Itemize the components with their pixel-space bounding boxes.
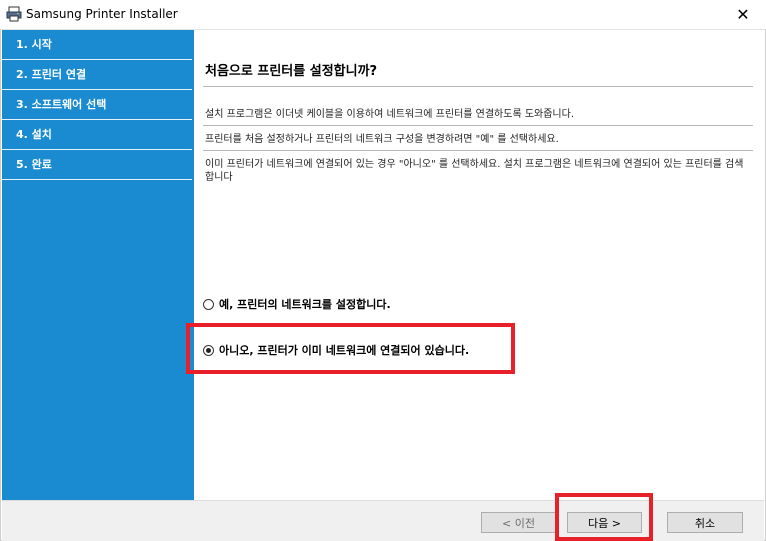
heading-divider bbox=[203, 86, 753, 87]
sidebar-step-label: 1. 시작 bbox=[16, 38, 52, 51]
close-icon[interactable]: ✕ bbox=[720, 0, 766, 29]
page-heading: 처음으로 프린터를 설정합니까? bbox=[205, 64, 378, 79]
sidebar-step-connect-printer: 2. 프린터 연결 bbox=[2, 60, 192, 90]
main-content: 처음으로 프린터를 설정합니까? 설치 프로그램은 이더넷 케이블을 이용하여 … bbox=[195, 30, 764, 500]
intro-paragraph: 설치 프로그램은 이더넷 케이블을 이용하여 네트워크에 프린터를 연결하도록 … bbox=[205, 109, 575, 120]
sidebar-step-label: 2. 프린터 연결 bbox=[16, 68, 87, 81]
sidebar-step-finish: 5. 완료 bbox=[2, 150, 192, 180]
back-button[interactable]: < 이전 bbox=[481, 512, 556, 533]
paragraph-divider bbox=[203, 150, 753, 151]
no-instruction-paragraph: 이미 프린터가 네트워크에 연결되어 있는 경우 "아니오" 를 선택하세요. … bbox=[205, 159, 744, 183]
radio-button-unchecked[interactable] bbox=[203, 298, 214, 310]
sidebar-step-label: 5. 완료 bbox=[16, 158, 52, 171]
highlight-box-next-button bbox=[555, 493, 653, 541]
sidebar-step-start: 1. 시작 bbox=[2, 30, 192, 60]
option-yes-configure-network[interactable]: 예, 프린터의 네트워크를 설정합니다. bbox=[203, 296, 391, 312]
sidebar-step-label: 4. 설치 bbox=[16, 128, 52, 141]
step-sidebar: 1. 시작 2. 프린터 연결 3. 소프트웨어 선택 4. 설치 5. 완료 bbox=[2, 30, 194, 500]
paragraph-divider bbox=[203, 125, 753, 126]
sidebar-step-select-software: 3. 소프트웨어 선택 bbox=[2, 90, 192, 120]
printer-app-icon bbox=[6, 6, 22, 22]
cancel-button[interactable]: 취소 bbox=[667, 512, 743, 533]
option-label: 예, 프린터의 네트워크를 설정합니다. bbox=[219, 298, 391, 311]
yes-instruction-paragraph: 프린터를 처음 설정하거나 프린터의 네트워크 구성을 변경하려면 "예" 를 … bbox=[205, 134, 559, 145]
sidebar-step-label: 3. 소프트웨어 선택 bbox=[16, 98, 107, 111]
highlight-box-selected-option bbox=[186, 323, 515, 374]
sidebar-step-install: 4. 설치 bbox=[2, 120, 192, 150]
title-bar: Samsung Printer Installer ✕ bbox=[0, 0, 766, 30]
window-title: Samsung Printer Installer bbox=[26, 7, 178, 21]
